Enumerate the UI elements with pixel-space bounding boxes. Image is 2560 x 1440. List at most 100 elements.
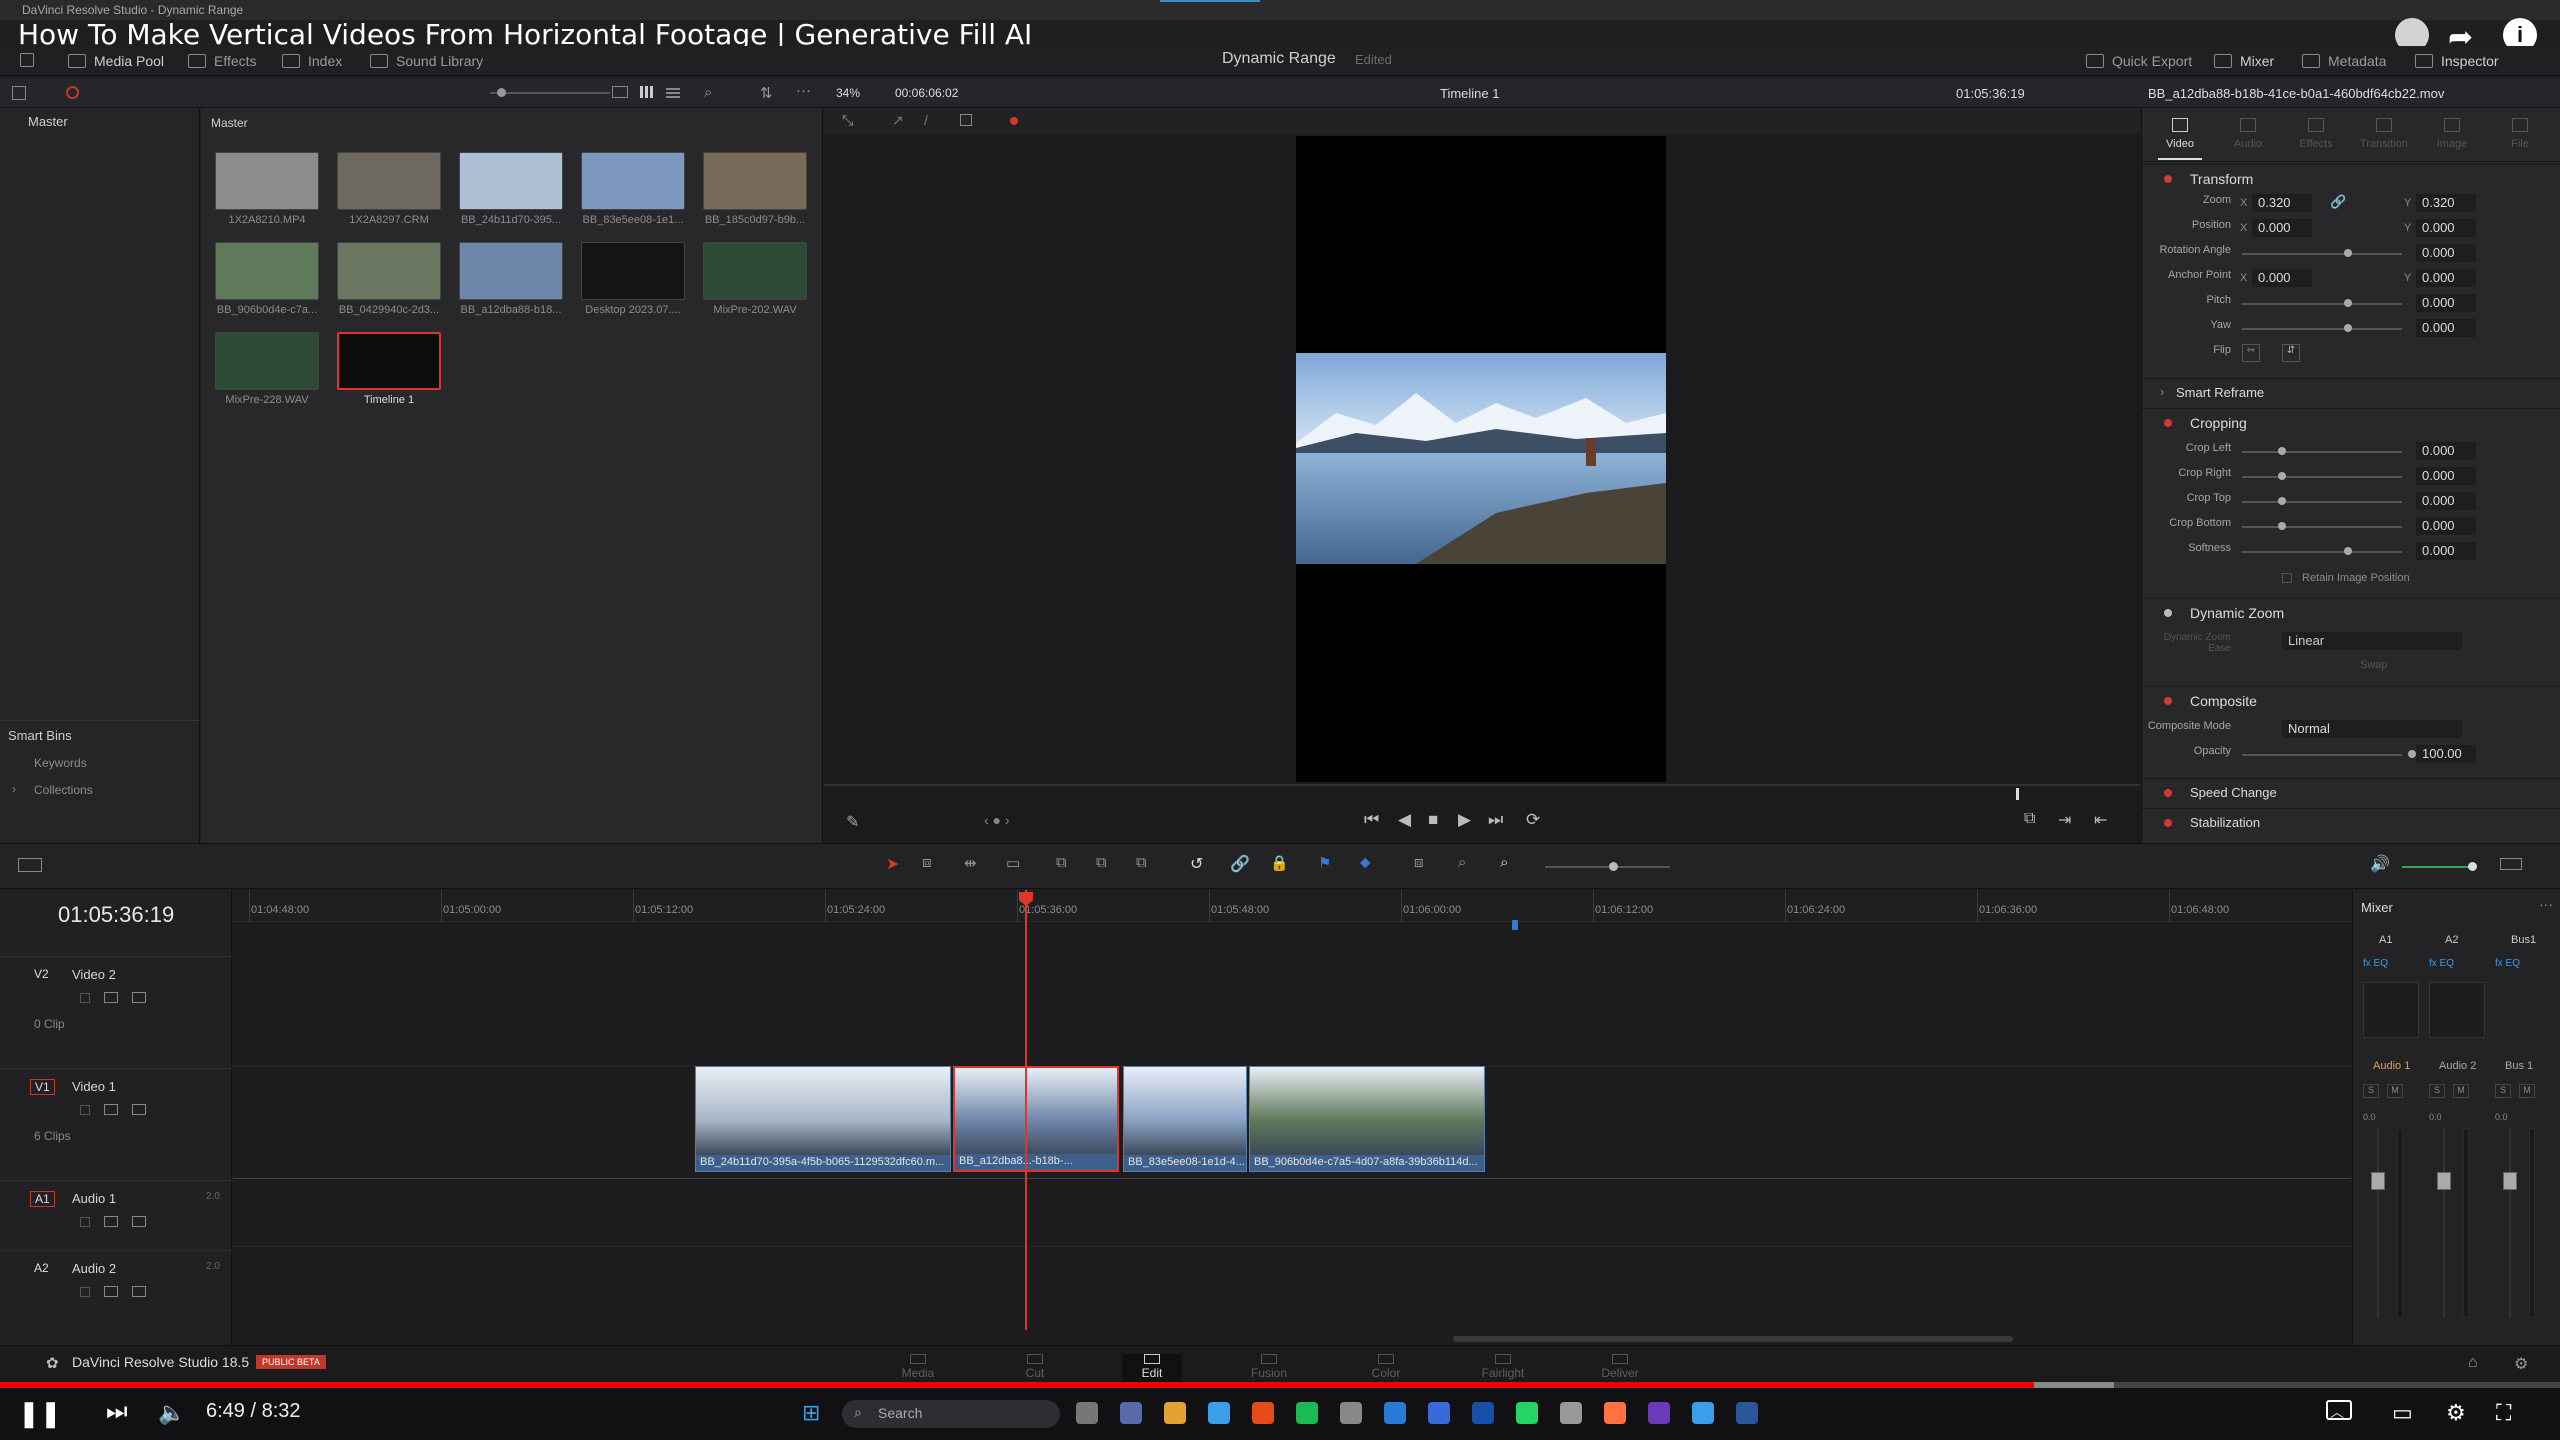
- metadata-button[interactable]: Metadata: [2302, 53, 2386, 69]
- track-view-icon[interactable]: [104, 1104, 118, 1115]
- replace-icon[interactable]: ⧉: [1136, 854, 1147, 871]
- media-thumbnail[interactable]: [215, 152, 319, 210]
- match-frame-icon[interactable]: ⧉: [2024, 810, 2035, 828]
- fader-knob[interactable]: [2503, 1172, 2517, 1190]
- pan-control[interactable]: [2363, 982, 2419, 1038]
- crop-bottom-slider[interactable]: [2242, 526, 2402, 528]
- play-icon[interactable]: ▶: [1458, 810, 1471, 830]
- timeline-view-icon[interactable]: [18, 858, 42, 872]
- crop-right-slider[interactable]: [2242, 476, 2402, 478]
- timeline-scrollbar[interactable]: [1453, 1336, 2013, 1342]
- dynamic-zoom-section[interactable]: Dynamic Zoom: [2142, 598, 2560, 626]
- page-tab-cut[interactable]: Cut: [1005, 1354, 1065, 1380]
- yaw-field[interactable]: 0.000: [2416, 319, 2476, 337]
- eq-icon[interactable]: fx EQ: [2429, 958, 2454, 969]
- softness-slider[interactable]: [2242, 551, 2402, 553]
- timeline-clip[interactable]: BB_906b0d4e-c7a5-4d07-a8fa-39b36b114d...: [1249, 1066, 1485, 1172]
- inspector-tab-video[interactable]: Video: [2152, 118, 2208, 160]
- media-thumbnail[interactable]: [459, 152, 563, 210]
- position-lock-icon[interactable]: 🔒: [1270, 854, 1289, 872]
- crop-top-slider[interactable]: [2242, 501, 2402, 503]
- media-thumbnail[interactable]: [703, 152, 807, 210]
- track-name[interactable]: Video 1: [72, 1079, 116, 1094]
- viewer-zoom[interactable]: 34%: [836, 86, 860, 100]
- eq-icon[interactable]: fx EQ: [2495, 958, 2520, 969]
- thumb-size-slider[interactable]: [490, 92, 610, 94]
- yaw-slider[interactable]: [2242, 328, 2402, 330]
- track-enable-icon[interactable]: [132, 1286, 146, 1297]
- pause-icon[interactable]: ❚❚: [18, 1398, 62, 1429]
- inspector-tab-effects[interactable]: Effects: [2288, 118, 2344, 150]
- scrubber-playhead[interactable]: [2016, 788, 2019, 800]
- media-thumbnail[interactable]: [581, 242, 685, 300]
- more-options-icon[interactable]: ···: [796, 82, 811, 99]
- track-enable-icon[interactable]: [132, 992, 146, 1003]
- fullscreen-icon[interactable]: ⛶: [2496, 1400, 2511, 1426]
- next-edit-icon[interactable]: ⇥: [2058, 810, 2071, 830]
- zoom-x-field[interactable]: 0.320: [2252, 194, 2312, 212]
- lock-icon[interactable]: [80, 1287, 90, 1297]
- mixer-button[interactable]: Mixer: [2214, 53, 2274, 69]
- annotation-pen-icon[interactable]: ✎: [846, 812, 859, 832]
- solo-button[interactable]: S: [2495, 1084, 2511, 1098]
- snapping-icon[interactable]: ↺: [1190, 854, 1203, 874]
- next-icon[interactable]: ⏭: [106, 1398, 128, 1426]
- media-thumbnail[interactable]: [337, 332, 441, 390]
- zoom-detail-icon[interactable]: ⌕: [1458, 854, 1466, 871]
- taskbar-app-icon[interactable]: [1164, 1402, 1186, 1424]
- select-tool-icon[interactable]: ➤: [886, 854, 899, 874]
- fader-knob[interactable]: [2371, 1172, 2385, 1190]
- overwrite-icon[interactable]: ⧉: [1096, 854, 1107, 871]
- meter-icon[interactable]: [2500, 858, 2522, 870]
- track-view-icon[interactable]: [104, 992, 118, 1003]
- sound-library-button[interactable]: Sound Library: [370, 53, 483, 69]
- page-tab-fairlight[interactable]: Fairlight: [1473, 1354, 1533, 1380]
- solo-button[interactable]: S: [2363, 1084, 2379, 1098]
- sort-icon[interactable]: ⇅: [760, 84, 773, 102]
- opacity-slider[interactable]: [2242, 754, 2402, 756]
- track-enable-icon[interactable]: [132, 1104, 146, 1115]
- track-name[interactable]: Audio 2: [72, 1261, 116, 1276]
- pitch-field[interactable]: 0.000: [2416, 294, 2476, 312]
- speed-change-section[interactable]: Speed Change: [2142, 778, 2560, 806]
- solo-button[interactable]: S: [2429, 1084, 2445, 1098]
- taskbar-search[interactable]: ⌕ Search: [842, 1400, 1060, 1428]
- list-view2-icon[interactable]: [666, 86, 680, 98]
- opacity-field[interactable]: 100.00: [2416, 745, 2476, 763]
- flip-horizontal-icon[interactable]: ⇿: [2242, 344, 2260, 362]
- volume-icon[interactable]: 🔊: [2370, 854, 2390, 874]
- settings-gear-icon[interactable]: ⚙: [2446, 1400, 2466, 1426]
- grid-view-icon[interactable]: [640, 86, 654, 98]
- media-thumbnail[interactable]: [459, 242, 563, 300]
- linked-selection-icon[interactable]: 🔗: [1230, 854, 1250, 874]
- playhead-line[interactable]: [1025, 890, 1027, 1330]
- subtitles-icon[interactable]: ▭: [2392, 1400, 2413, 1426]
- settings-icon[interactable]: ⚙: [2514, 1354, 2528, 1374]
- track-view-icon[interactable]: [104, 1216, 118, 1227]
- lock-icon[interactable]: [80, 993, 90, 1003]
- track-header-v2[interactable]: V2 Video 2 0 Clip: [0, 956, 232, 1068]
- lock-icon[interactable]: [80, 1217, 90, 1227]
- taskbar-app-icon[interactable]: [1340, 1402, 1362, 1424]
- timeline-clip[interactable]: BB_83e5ee08-1e1d-4...: [1123, 1066, 1247, 1172]
- rotation-slider[interactable]: [2242, 253, 2402, 255]
- composite-mode-select[interactable]: Normal: [2282, 720, 2462, 738]
- chevron-right-icon[interactable]: ›: [12, 782, 16, 796]
- metadata-view-icon[interactable]: [612, 86, 628, 98]
- media-pool-button[interactable]: Media Pool: [68, 53, 164, 69]
- start-icon[interactable]: ⊞: [802, 1400, 820, 1426]
- enable-dot-icon[interactable]: [2164, 609, 2172, 617]
- list-view-icon[interactable]: [12, 86, 26, 100]
- taskbar-app-icon[interactable]: [1076, 1402, 1098, 1424]
- crop-tool-icon[interactable]: [960, 114, 972, 126]
- zoom-y-field[interactable]: 0.320: [2416, 194, 2476, 212]
- media-thumbnail[interactable]: [581, 152, 685, 210]
- media-thumbnail[interactable]: [703, 242, 807, 300]
- quick-export-button[interactable]: Quick Export: [2086, 53, 2192, 69]
- stop-icon[interactable]: ■: [1428, 810, 1438, 830]
- dz-ease-select[interactable]: Linear: [2282, 632, 2462, 650]
- pointer-tool-icon[interactable]: ↗: [892, 112, 904, 129]
- track-header-a2[interactable]: A2 Audio 2 2.0: [0, 1250, 232, 1320]
- zoom-custom-icon[interactable]: ⌕: [1500, 854, 1508, 871]
- anchor-x-field[interactable]: 0.000: [2252, 269, 2312, 287]
